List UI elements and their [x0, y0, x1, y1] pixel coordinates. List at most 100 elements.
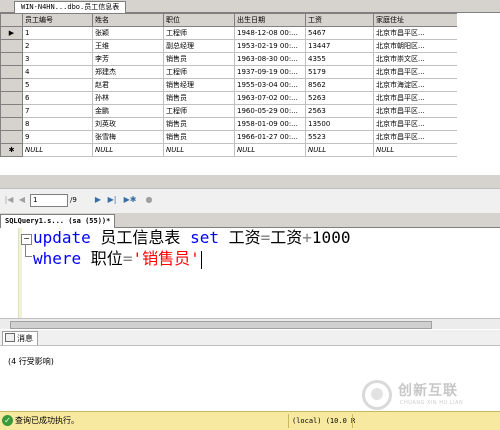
grid-cell[interactable]: 1 [22, 26, 93, 40]
grid-cell[interactable]: 北京市昌平区... [373, 26, 458, 40]
grid-cell[interactable]: 3 [22, 52, 93, 66]
grid-cell[interactable]: 北京市昌平区... [373, 65, 458, 79]
grid-cell[interactable]: 1937-09-19 00:... [234, 65, 306, 79]
grid-cell[interactable]: 工程师 [163, 104, 235, 118]
grid-cell[interactable]: 4 [22, 65, 93, 79]
null-cell[interactable]: NULL [163, 143, 235, 157]
table-row[interactable]: 6 孙林 销售员 1963-07-02 00:... 5263 北京市昌平区... [0, 91, 458, 105]
grid-cell[interactable]: 5 [22, 78, 93, 92]
collapse-region-icon[interactable]: − [21, 234, 32, 245]
null-cell[interactable]: NULL [305, 143, 374, 157]
new-row-marker[interactable]: ✱ [0, 143, 23, 157]
grid-cell[interactable]: 8562 [305, 78, 374, 92]
grid-cell[interactable]: 2563 [305, 104, 374, 118]
scrollbar-thumb[interactable] [10, 321, 432, 329]
grid-cell[interactable]: 王维 [92, 39, 164, 53]
row-selector[interactable]: ▶ [0, 26, 23, 40]
grid-cell[interactable]: 5263 [305, 91, 374, 105]
grid-cell[interactable]: 工程师 [163, 26, 235, 40]
sql-query-editor[interactable]: − update 员工信息表 set 工资=工资+1000 where 职位='… [0, 228, 500, 318]
table-row[interactable]: 2 王维 副总经理 1953-02-19 00:... 13447 北京市朝阳区... [0, 39, 458, 53]
row-selector[interactable] [0, 78, 23, 92]
grid-cell[interactable]: 副总经理 [163, 39, 235, 53]
grid-cell[interactable]: 北京市崇文区... [373, 52, 458, 66]
last-record-button[interactable]: ▶| [106, 194, 118, 206]
grid-cell[interactable]: 1958-01-09 00:... [234, 117, 306, 131]
grid-cell[interactable]: 销售员 [163, 91, 235, 105]
grid-cell[interactable]: 销售员 [163, 130, 235, 144]
grid-cell[interactable]: 张雪梅 [92, 130, 164, 144]
column-header[interactable]: 姓名 [92, 13, 164, 27]
row-selector[interactable] [0, 104, 23, 118]
table-row[interactable]: 7 金鹏 工程师 1960-05-29 00:... 2563 北京市昌平区... [0, 104, 458, 118]
query-editor-tab[interactable]: SQLQuery1.s... (sa (55))* [0, 214, 116, 228]
row-selector[interactable] [0, 52, 23, 66]
null-cell[interactable]: NULL [373, 143, 458, 157]
column-header[interactable]: 职位 [163, 13, 235, 27]
column-header[interactable]: 员工编号 [22, 13, 93, 27]
table-row[interactable]: 8 刘英玫 销售员 1958-01-09 00:... 13500 北京市昌平区... [0, 117, 458, 131]
table-row[interactable]: 4 郑建杰 工程师 1937-09-19 00:... 5179 北京市昌平区... [0, 65, 458, 79]
grid-cell[interactable]: 北京市海淀区... [373, 78, 458, 92]
grid-cell[interactable]: 金鹏 [92, 104, 164, 118]
row-selector[interactable] [0, 91, 23, 105]
first-record-button[interactable]: |◀ [3, 194, 15, 206]
grid-cell[interactable]: 北京市昌平区... [373, 91, 458, 105]
table-row[interactable]: 5 赵君 销售经理 1955-03-04 00:... 8562 北京市海淀区... [0, 78, 458, 92]
column-header[interactable]: 出生日期 [234, 13, 306, 27]
null-cell[interactable]: NULL [234, 143, 306, 157]
grid-cell[interactable]: 1948-12-08 00:... [234, 26, 306, 40]
grid-cell[interactable]: 北京市昌平区... [373, 130, 458, 144]
messages-tab[interactable]: 消息 [2, 331, 38, 345]
grid-cell[interactable]: 5179 [305, 65, 374, 79]
grid-cell[interactable]: 孙林 [92, 91, 164, 105]
grid-cell[interactable]: 刘英玫 [92, 117, 164, 131]
grid-cell[interactable]: 1963-08-30 00:... [234, 52, 306, 66]
next-record-button[interactable]: ▶ [92, 194, 104, 206]
grid-cell[interactable]: 销售员 [163, 52, 235, 66]
grid-cell[interactable]: 李芳 [92, 52, 164, 66]
grid-cell[interactable]: 5523 [305, 130, 374, 144]
null-cell[interactable]: NULL [92, 143, 164, 157]
table-row[interactable]: ▶ 1 张颖 工程师 1948-12-08 00:... 5467 北京市昌平区... [0, 26, 458, 40]
table-document-tab[interactable]: WIN-N4HN...dbo.员工信息表 [14, 1, 127, 13]
grid-cell[interactable]: 8 [22, 117, 93, 131]
table-row[interactable]: 9 张雪梅 销售员 1966-01-27 00:... 5523 北京市昌平区... [0, 130, 458, 144]
grid-cell[interactable]: 北京市昌平区... [373, 117, 458, 131]
row-selector[interactable] [0, 65, 23, 79]
table-row[interactable]: 3 李芳 销售员 1963-08-30 00:... 4355 北京市崇文区... [0, 52, 458, 66]
null-cell[interactable]: NULL [22, 143, 93, 157]
editor-horizontal-scrollbar[interactable] [0, 318, 500, 329]
grid-cell[interactable]: 北京市昌平区... [373, 104, 458, 118]
grid-cell[interactable]: 工程师 [163, 65, 235, 79]
grid-cell[interactable]: 销售员 [163, 117, 235, 131]
row-selector[interactable] [0, 130, 23, 144]
row-selector[interactable] [0, 117, 23, 131]
row-selector[interactable] [0, 39, 23, 53]
grid-cell[interactable]: 2 [22, 39, 93, 53]
column-header[interactable]: 工资 [305, 13, 374, 27]
grid-cell[interactable]: 张颖 [92, 26, 164, 40]
grid-cell[interactable]: 1955-03-04 00:... [234, 78, 306, 92]
new-row[interactable]: ✱ NULL NULL NULL NULL NULL NULL [0, 143, 458, 157]
grid-cell[interactable]: 5467 [305, 26, 374, 40]
grid-cell[interactable]: 1960-05-29 00:... [234, 104, 306, 118]
grid-cell[interactable]: 销售经理 [163, 78, 235, 92]
grid-cell[interactable]: 13447 [305, 39, 374, 53]
new-record-button[interactable]: ▶✱ [122, 194, 138, 206]
grid-cell[interactable]: 6 [22, 91, 93, 105]
stop-button[interactable]: ● [143, 194, 155, 206]
grid-cell[interactable]: 7 [22, 104, 93, 118]
grid-cell[interactable]: 赵君 [92, 78, 164, 92]
grid-cell[interactable]: 13500 [305, 117, 374, 131]
grid-cell[interactable]: 1966-01-27 00:... [234, 130, 306, 144]
grid-cell[interactable]: 1963-07-02 00:... [234, 91, 306, 105]
column-header[interactable]: 家庭住址 [373, 13, 458, 27]
grid-cell[interactable]: 北京市朝阳区... [373, 39, 458, 53]
grid-cell[interactable]: 郑建杰 [92, 65, 164, 79]
previous-record-button[interactable]: ◀ [16, 194, 28, 206]
grid-corner-cell[interactable] [0, 13, 23, 27]
current-record-input[interactable]: 1 [30, 194, 68, 207]
grid-cell[interactable]: 4355 [305, 52, 374, 66]
grid-cell[interactable]: 1953-02-19 00:... [234, 39, 306, 53]
